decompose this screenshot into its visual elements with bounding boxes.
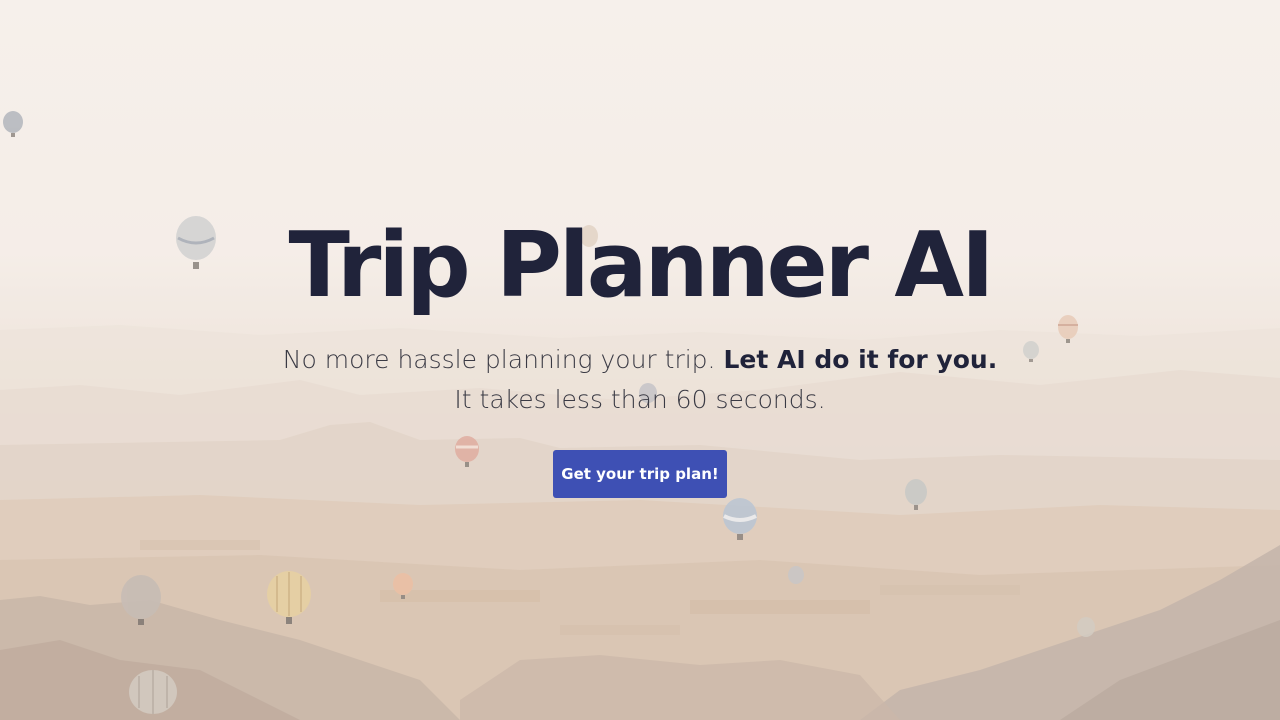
get-trip-plan-button[interactable]: Get your trip plan! bbox=[553, 450, 727, 498]
subtitle-text: No more hassle planning your trip. bbox=[282, 345, 724, 374]
hero-section: Trip Planner AI No more hassle planning … bbox=[0, 0, 1280, 720]
hero-subtitle: No more hassle planning your trip. Let A… bbox=[0, 340, 1280, 420]
subtitle-line-two: It takes less than 60 seconds. bbox=[454, 385, 826, 414]
page-title: Trip Planner AI bbox=[288, 213, 994, 318]
subtitle-emphasis: Let AI do it for you. bbox=[723, 345, 998, 374]
